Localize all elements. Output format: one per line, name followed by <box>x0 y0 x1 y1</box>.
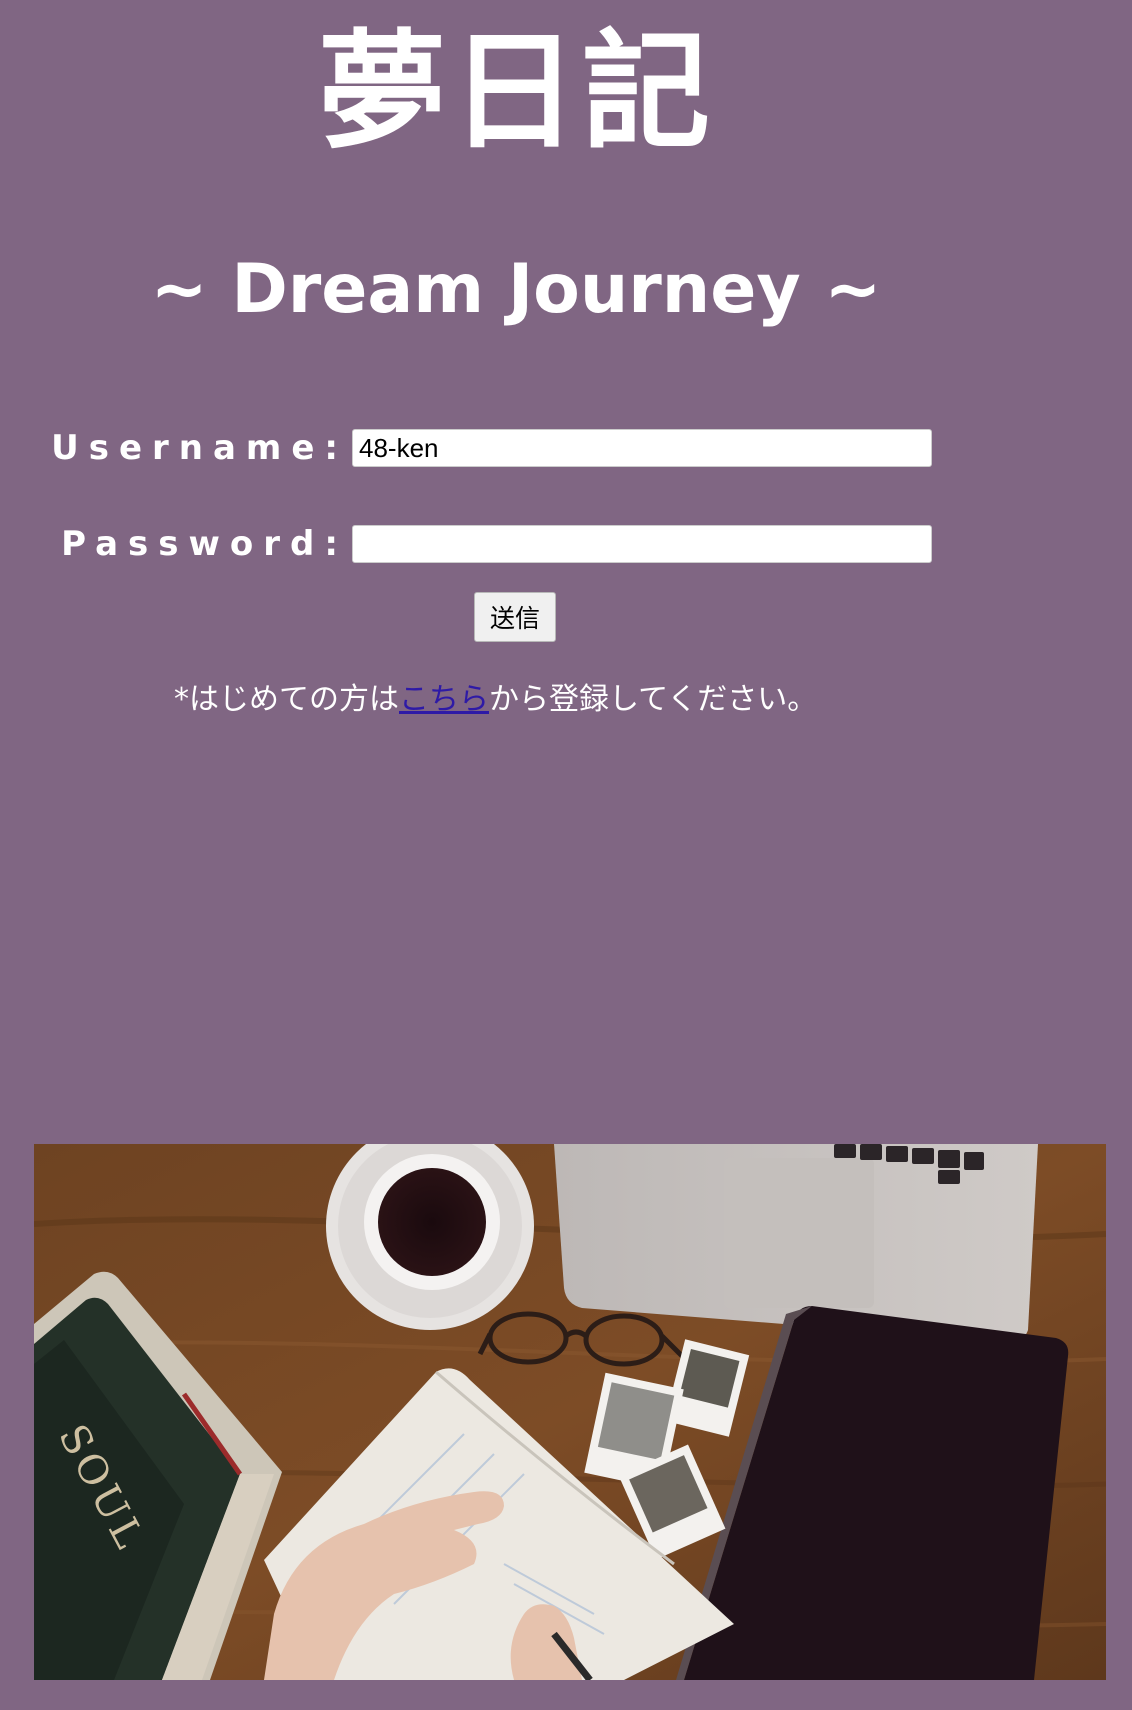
username-input[interactable] <box>352 429 932 467</box>
register-note-prefix: *はじめての方は <box>174 682 399 717</box>
desk-photo: SOUL <box>34 1144 1106 1680</box>
page-title: 夢日記 <box>317 18 714 167</box>
password-label: Password: <box>61 524 348 564</box>
register-note-suffix: から登録してください。 <box>489 682 818 717</box>
submit-button[interactable]: 送信 <box>474 592 556 642</box>
username-label: Username: <box>51 428 348 468</box>
page-subtitle: ~ Dream Journey ~ <box>150 250 882 329</box>
register-link[interactable]: こちら <box>399 682 489 717</box>
password-input[interactable] <box>352 525 932 563</box>
register-note: *はじめての方はこちらから登録してください。 <box>174 678 817 722</box>
username-row: Username: <box>0 428 932 468</box>
password-row: Password: <box>0 524 932 564</box>
